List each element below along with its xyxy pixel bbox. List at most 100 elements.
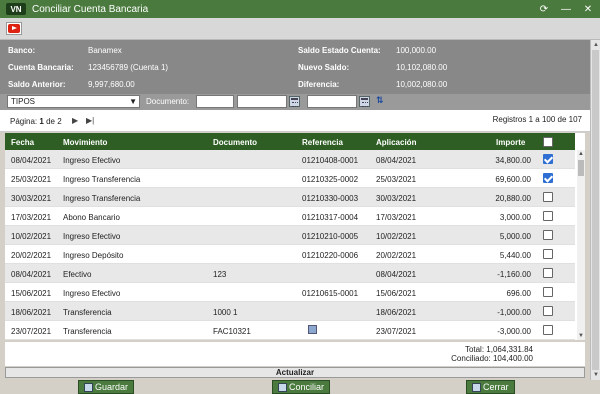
col-aplicacion[interactable]: Aplicación <box>376 138 416 147</box>
cell-referencia: 01210317-0004 <box>302 213 359 222</box>
scroll-up-icon[interactable]: ▲ <box>593 42 599 48</box>
table-row[interactable]: 15/06/2021 Ingreso Efectivo 01210615-0001 1… <box>5 283 575 302</box>
cell-movimiento: Transferencia <box>63 327 112 336</box>
conciliar-icon <box>278 382 287 392</box>
close-button[interactable]: ✕ <box>580 2 596 16</box>
cell-referencia: 01210210-0005 <box>302 232 359 241</box>
page-scroll-thumb[interactable] <box>592 50 599 370</box>
cell-referencia: 01210325-0002 <box>302 175 359 184</box>
saldo-anterior-label: Saldo Anterior: <box>8 80 66 89</box>
actualizar-button[interactable]: Actualizar <box>5 367 585 378</box>
cell-aplicacion: 25/03/2021 <box>376 175 417 184</box>
conciliar-button[interactable]: Conciliar <box>272 380 331 394</box>
minimize-button[interactable]: — <box>558 2 574 16</box>
sort-icon[interactable]: ⇅ <box>376 95 384 106</box>
cell-movimiento: Efectivo <box>63 270 92 279</box>
refresh-icon[interactable]: ⟳ <box>536 2 552 16</box>
tipo-select[interactable]: TIPOS ▼ <box>7 95 140 108</box>
documento-label: Documento: <box>146 97 190 106</box>
cell-aplicacion: 17/03/2021 <box>376 213 417 222</box>
scroll-thumb[interactable] <box>578 160 584 176</box>
fecha-hasta-input[interactable] <box>307 95 357 108</box>
saldo-estado-label: Saldo Estado Cuenta: <box>298 46 381 55</box>
window-title: Conciliar Cuenta Bancaria <box>32 3 149 15</box>
col-referencia[interactable]: Referencia <box>302 138 343 147</box>
next-page-button[interactable]: ▶ <box>72 116 78 125</box>
last-page-button[interactable]: ▶| <box>86 116 94 125</box>
cell-fecha: 25/03/2021 <box>11 175 52 184</box>
cell-fecha: 18/06/2021 <box>11 308 52 317</box>
page-scrollbar[interactable]: ▲ ▼ <box>590 40 600 380</box>
row-checkbox[interactable] <box>543 211 553 221</box>
cell-documento: 123 <box>213 270 227 279</box>
row-checkbox[interactable] <box>543 230 553 240</box>
fecha-desde-input[interactable] <box>237 95 287 108</box>
current-page: 1 <box>39 117 44 126</box>
close-icon <box>472 382 481 392</box>
cell-importe: 20,880.00 <box>495 194 531 203</box>
guardar-label: Guardar <box>95 382 129 392</box>
table-row[interactable]: 18/06/2021 Transferencia 1000 1 18/06/2021 -… <box>5 302 575 321</box>
total-pages: 2 <box>57 117 62 126</box>
cell-fecha: 20/02/2021 <box>11 251 52 260</box>
cell-movimiento: Transferencia <box>63 308 112 317</box>
chevron-down-icon: ▼ <box>129 97 137 106</box>
attachment-icon[interactable] <box>308 325 317 334</box>
cell-importe: -3,000.00 <box>497 327 531 336</box>
cell-aplicacion: 08/04/2021 <box>376 156 417 165</box>
cell-documento: 1000 1 <box>213 308 238 317</box>
cell-movimiento: Ingreso Depósito <box>63 251 124 260</box>
filter-bar: TIPOS ▼ Documento: ⇅ <box>0 94 590 110</box>
cell-movimiento: Abono Bancario <box>63 213 120 222</box>
app-logo: VN <box>6 3 26 15</box>
table-header: Fecha Movimiento Documento Referencia Ap… <box>5 133 575 150</box>
scroll-down-icon[interactable]: ▼ <box>593 372 599 378</box>
cell-fecha: 10/02/2021 <box>11 232 52 241</box>
calendar-icon[interactable] <box>289 96 300 107</box>
cell-movimiento: Ingreso Efectivo <box>63 156 121 165</box>
cell-importe: 3,000.00 <box>499 213 531 222</box>
total-text: Total: 1,064,331.84 <box>464 345 533 354</box>
row-checkbox[interactable] <box>543 192 553 202</box>
table-row[interactable]: 25/03/2021 Ingreso Transferencia 01210325-… <box>5 169 575 188</box>
table-scrollbar[interactable]: ▲ ▼ <box>577 150 585 340</box>
row-checkbox[interactable] <box>543 287 553 297</box>
row-checkbox[interactable] <box>543 268 553 278</box>
table-row[interactable]: 30/03/2021 Ingreso Transferencia 01210330-… <box>5 188 575 207</box>
select-all-checkbox[interactable] <box>543 137 553 147</box>
col-movimiento[interactable]: Movimiento <box>63 138 107 147</box>
table-row[interactable]: 08/04/2021 Efectivo 123 08/04/2021 -1,160.00 <box>5 264 575 283</box>
scroll-up-icon[interactable]: ▲ <box>578 151 584 157</box>
row-checkbox[interactable] <box>543 154 553 164</box>
cell-aplicacion: 20/02/2021 <box>376 251 417 260</box>
table-row[interactable]: 08/04/2021 Ingreso Efectivo 01210408-0001 0… <box>5 150 575 169</box>
pagina-label: Página: <box>10 117 38 126</box>
table-row[interactable]: 17/03/2021 Abono Bancario 01210317-0004 17/… <box>5 207 575 226</box>
row-checkbox[interactable] <box>543 325 553 335</box>
movements-table: Fecha Movimiento Documento Referencia Ap… <box>5 133 585 340</box>
records-count: Registros 1 a 100 de 107 <box>492 115 582 124</box>
action-bar: Guardar Conciliar Cerrar <box>0 379 600 394</box>
row-checkbox[interactable] <box>543 306 553 316</box>
col-importe[interactable]: Importe <box>496 138 525 147</box>
guardar-button[interactable]: Guardar <box>78 380 135 394</box>
cell-aplicacion: 18/06/2021 <box>376 308 417 317</box>
toolbar <box>0 18 600 40</box>
row-checkbox[interactable] <box>543 173 553 183</box>
documento-input[interactable] <box>196 95 234 108</box>
table-row[interactable]: 23/07/2021 Transferencia FAC10321 23/07/202… <box>5 321 575 340</box>
col-fecha[interactable]: Fecha <box>11 138 34 147</box>
cuenta-label: Cuenta Bancaria: <box>8 63 74 72</box>
scroll-down-icon[interactable]: ▼ <box>578 333 584 339</box>
cell-movimiento: Ingreso Transferencia <box>63 194 141 203</box>
video-help-button[interactable] <box>6 22 22 35</box>
conciliado-text: Conciliado: 104,400.00 <box>451 354 533 363</box>
calendar-icon[interactable] <box>359 96 370 107</box>
table-row[interactable]: 10/02/2021 Ingreso Efectivo 01210210-0005 1… <box>5 226 575 245</box>
table-row[interactable]: 20/02/2021 Ingreso Depósito 01210220-0006 2… <box>5 245 575 264</box>
cell-movimiento: Ingreso Transferencia <box>63 175 141 184</box>
cell-aplicacion: 30/03/2021 <box>376 194 417 203</box>
col-documento[interactable]: Documento <box>213 138 257 147</box>
cerrar-button[interactable]: Cerrar <box>466 380 515 394</box>
row-checkbox[interactable] <box>543 249 553 259</box>
